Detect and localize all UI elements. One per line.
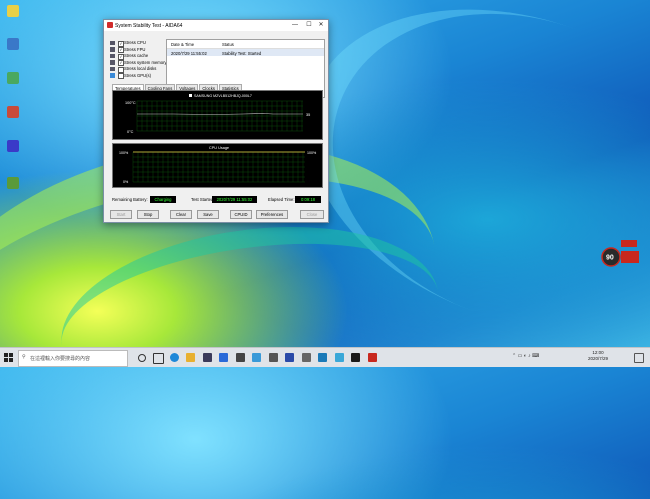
window-title: System Stability Test - AIDA64 (115, 23, 183, 29)
preferences-button[interactable]: Preferences (256, 210, 288, 219)
cortana-icon[interactable] (138, 354, 146, 362)
temperature-graph: SAMSUNG MZVLB512HBJQ-000L7 100°C 0°C 35 (112, 90, 323, 140)
app-icon (7, 106, 19, 118)
app-icon[interactable] (269, 353, 278, 362)
button-row: Start Stop Clear Save CPUID Preferences … (110, 210, 324, 219)
taskbar: ⚲ 在這裡輸入你要搜尋的內容 ⌃ ▭ ◐ ♪ ⌨ 12:00 2020/7/29 (0, 347, 650, 367)
aida64-logo-icon (107, 22, 113, 28)
elapsed-time-label: Elapsed Time: (268, 197, 295, 202)
gpu-icon (110, 73, 115, 78)
test-started-label: Test Started: (191, 197, 215, 202)
save-button[interactable]: Save (197, 210, 219, 219)
log-date: 2020/7/29 11:55:02 (171, 51, 207, 56)
desktop-icon[interactable] (3, 5, 23, 18)
stress-option[interactable]: Stress GPU(s) (110, 73, 168, 79)
desktop-icon[interactable] (3, 72, 23, 85)
legend-checkbox[interactable] (189, 94, 192, 97)
widget-panel (621, 251, 639, 263)
desktop-icon[interactable] (3, 177, 23, 190)
computer-icon (7, 38, 19, 50)
app-icon (7, 140, 19, 152)
close-button[interactable]: Close (300, 210, 324, 219)
y-axis-top: 100°C (125, 101, 136, 105)
cpuid-button[interactable]: CPUID (230, 210, 252, 219)
notification-icon[interactable] (634, 353, 644, 363)
title-bar[interactable]: System Stability Test - AIDA64 — ☐ ✕ (104, 20, 328, 31)
search-box[interactable]: ⚲ 在這裡輸入你要搜尋的內容 (18, 350, 128, 367)
stop-button[interactable]: Stop (137, 210, 159, 219)
cache-icon (110, 53, 115, 58)
disk-icon (110, 66, 115, 71)
column-status[interactable]: Status (222, 42, 234, 47)
store-icon[interactable] (203, 353, 212, 362)
y-axis-top-left: 100% (119, 151, 129, 155)
photos-icon[interactable] (351, 353, 360, 362)
fpu-icon (110, 47, 115, 52)
gauge-widget: 90 (601, 240, 639, 267)
desktop-icon[interactable] (3, 38, 23, 51)
app-icon[interactable] (236, 353, 245, 362)
test-started-value: 2020/7/29 11:55:02 (212, 196, 257, 203)
temperature-plot: SAMSUNG MZVLB512HBJQ-000L7 100°C 0°C 35 (125, 94, 310, 134)
clear-button[interactable]: Clear (170, 210, 192, 219)
memory-icon (110, 60, 115, 65)
app-icon[interactable] (335, 353, 344, 362)
graph-title: CPU Usage (209, 146, 229, 150)
mail-icon[interactable] (219, 353, 228, 362)
search-icon: ⚲ (22, 354, 26, 360)
current-value: 35 (306, 113, 310, 117)
folder-icon (7, 5, 19, 17)
cpu-usage-graph: CPU Usage 100% 100% 0% (112, 143, 323, 188)
minimize-button[interactable]: — (288, 21, 302, 30)
app-icon (7, 72, 19, 84)
clock-date: 2020/7/29 (588, 356, 609, 361)
app-icon[interactable] (285, 353, 294, 362)
app-icon (7, 177, 19, 189)
cpu-icon (110, 40, 115, 45)
tray-icons[interactable]: ⌃ ▭ ◐ ♪ ⌨ (512, 353, 539, 359)
status-bar: Remaining Battery: Charging Test Started… (112, 196, 322, 204)
battery-value: Charging (150, 196, 176, 203)
task-view-icon[interactable] (153, 353, 164, 364)
aida64-taskbar-icon[interactable] (368, 353, 377, 362)
log-status: Stability Test: Started (222, 51, 262, 56)
windows-start-icon[interactable] (4, 353, 13, 362)
stability-test-window: System Stability Test - AIDA64 — ☐ ✕ ✓ St… (103, 19, 329, 223)
table-row[interactable]: 2020/7/29 11:55:02 Stability Test: Start… (167, 49, 324, 56)
app-icon[interactable] (252, 353, 261, 362)
performance-widget[interactable]: 90 (599, 239, 645, 267)
column-date[interactable]: Date & Time (171, 42, 194, 47)
desktop-icon[interactable] (3, 106, 23, 119)
y-axis-bottom: 0% (123, 180, 129, 184)
edge-browser-icon[interactable] (170, 353, 179, 362)
clock[interactable]: 12:00 2020/7/29 (588, 350, 608, 362)
app-icon[interactable] (302, 353, 311, 362)
graph-legend: SAMSUNG MZVLB512HBJQ-000L7 (194, 94, 252, 98)
widget-badge (621, 240, 637, 247)
start-button[interactable]: Start (110, 210, 132, 219)
elapsed-time-value: 0:09:18 (295, 196, 321, 203)
search-placeholder: 在這裡輸入你要搜尋的內容 (30, 356, 91, 362)
log-header: Date & Time Status (167, 40, 324, 49)
file-explorer-icon[interactable] (186, 353, 195, 362)
battery-label: Remaining Battery: (112, 197, 148, 202)
app-icon[interactable] (318, 353, 327, 362)
cpu-usage-plot: CPU Usage 100% 100% 0% (119, 146, 317, 184)
gauge-value: 90 (606, 255, 614, 262)
stress-options: ✓ Stress CPU ✓ Stress FPU ✓ Stress cache ✓ S… (110, 40, 168, 79)
desktop-icon[interactable] (3, 140, 23, 153)
y-axis-bottom: 0°C (127, 130, 134, 134)
y-axis-top-right: 100% (307, 151, 317, 155)
close-window-button[interactable]: ✕ (314, 21, 328, 30)
